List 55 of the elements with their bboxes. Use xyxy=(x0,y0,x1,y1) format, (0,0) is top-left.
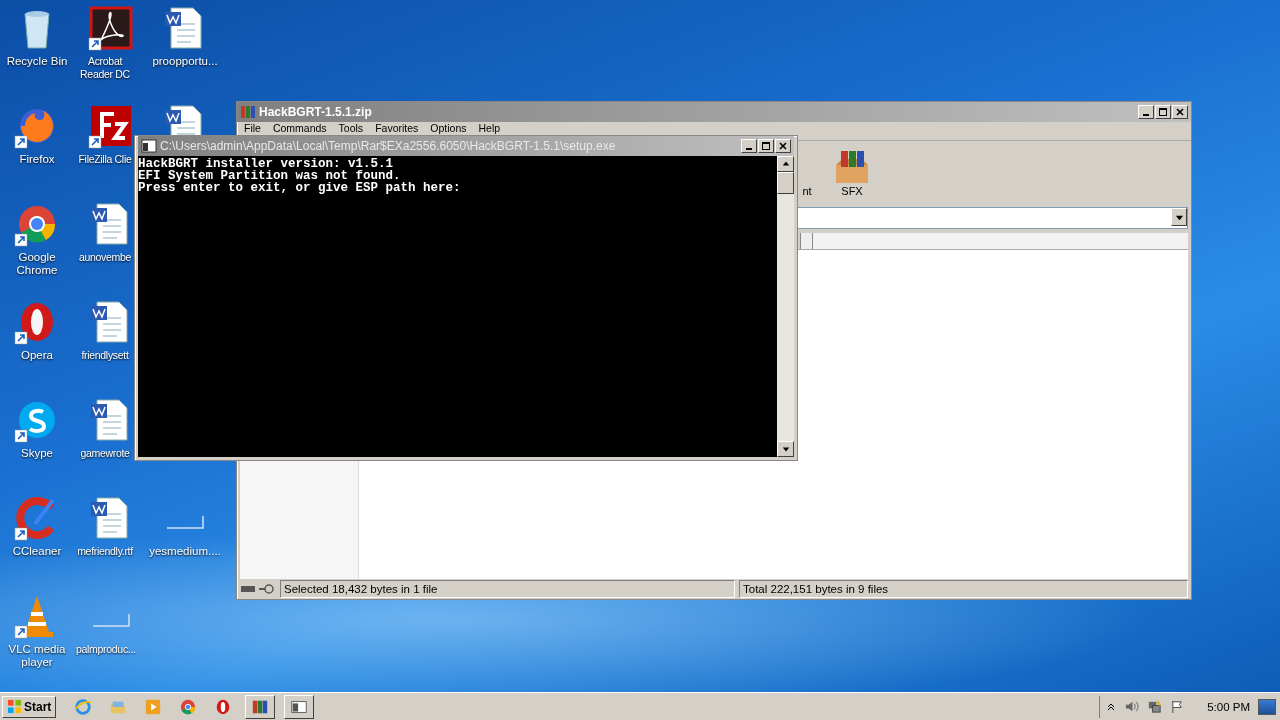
clock[interactable]: 5:00 PM xyxy=(1207,700,1250,713)
minimize-icon xyxy=(746,147,752,150)
taskbar-button[interactable] xyxy=(284,694,315,719)
icon-label[interactable]: Google Chrome xyxy=(1,251,73,277)
icon-label[interactable]: CCleaner xyxy=(1,545,73,558)
scroll-thumb[interactable] xyxy=(777,172,794,194)
network-icon[interactable] xyxy=(1147,699,1163,714)
icon-label[interactable]: gamewrote xyxy=(76,447,134,460)
show-desktop-button[interactable] xyxy=(1258,698,1276,715)
icon-label[interactable]: Recycle Bin xyxy=(1,55,73,68)
menu-item[interactable]: Favorites xyxy=(375,122,419,134)
menu-item[interactable]: Tools xyxy=(338,122,364,134)
close-icon xyxy=(1175,107,1185,117)
toolbar-button[interactable]: nt xyxy=(800,147,814,199)
media-icon xyxy=(144,697,163,716)
menu-item[interactable]: Options xyxy=(430,122,467,134)
taskbar-button[interactable] xyxy=(245,694,276,719)
close-icon xyxy=(778,141,788,151)
acrobat-icon[interactable] xyxy=(87,4,135,52)
icon-label[interactable]: Acrobat Reader DC xyxy=(76,55,134,81)
icon-label[interactable]: Firefox xyxy=(1,153,73,166)
console-line: EFI System Partition was not found. xyxy=(138,170,401,182)
toolbar-button[interactable]: SFX xyxy=(830,147,874,199)
icon-label[interactable]: proopportu... xyxy=(149,55,221,68)
maximize-icon xyxy=(761,141,771,151)
icon-label[interactable]: Opera xyxy=(1,349,73,362)
scroll-down-icon[interactable] xyxy=(777,441,794,457)
status-text: Total 222,151 bytes in 9 files xyxy=(739,580,1188,598)
menu-item[interactable]: Commands xyxy=(272,122,327,134)
drive-key-icon xyxy=(240,583,276,595)
console-line: Press enter to exit, or give ESP path here: xyxy=(138,182,462,194)
windows-logo-icon xyxy=(7,699,22,714)
window-title: C:\Users\admin\AppData\Local\Temp\Rar$EXa2556.6050\HackBGRT-1.5.1\setup.exe xyxy=(160,139,617,153)
menu-item[interactable]: Help xyxy=(478,122,501,134)
chrome-icon xyxy=(179,697,198,716)
menu-item[interactable]: File xyxy=(244,122,261,134)
maximize-icon xyxy=(1158,107,1168,117)
scrollbar[interactable] xyxy=(777,156,794,457)
speaker-icon[interactable] xyxy=(1124,699,1140,714)
start-button[interactable]: Start xyxy=(2,695,57,718)
icon-label[interactable]: FileZilla Clie xyxy=(76,153,134,166)
ie-icon xyxy=(74,697,93,716)
status-text: Selected 18,432 bytes in 1 file xyxy=(280,580,735,598)
icon-label[interactable]: friendlysett xyxy=(76,349,134,362)
books-icon xyxy=(240,104,256,120)
icon-label[interactable]: aunovembe xyxy=(76,251,134,264)
chevron-up-icon[interactable] xyxy=(1106,701,1117,712)
console-line: HackBGRT installer version: v1.5.1 xyxy=(138,158,394,170)
icon-label[interactable]: Skype xyxy=(1,447,73,460)
minimize-icon xyxy=(1143,113,1149,116)
scroll-up-icon[interactable] xyxy=(777,156,794,172)
icon-label[interactable]: yesmedium.... xyxy=(149,545,221,558)
icon-label[interactable]: mefriendly.rtf xyxy=(76,545,134,558)
window-title: HackBGRT-1.5.1.zip xyxy=(259,105,373,119)
console-icon xyxy=(141,138,157,154)
